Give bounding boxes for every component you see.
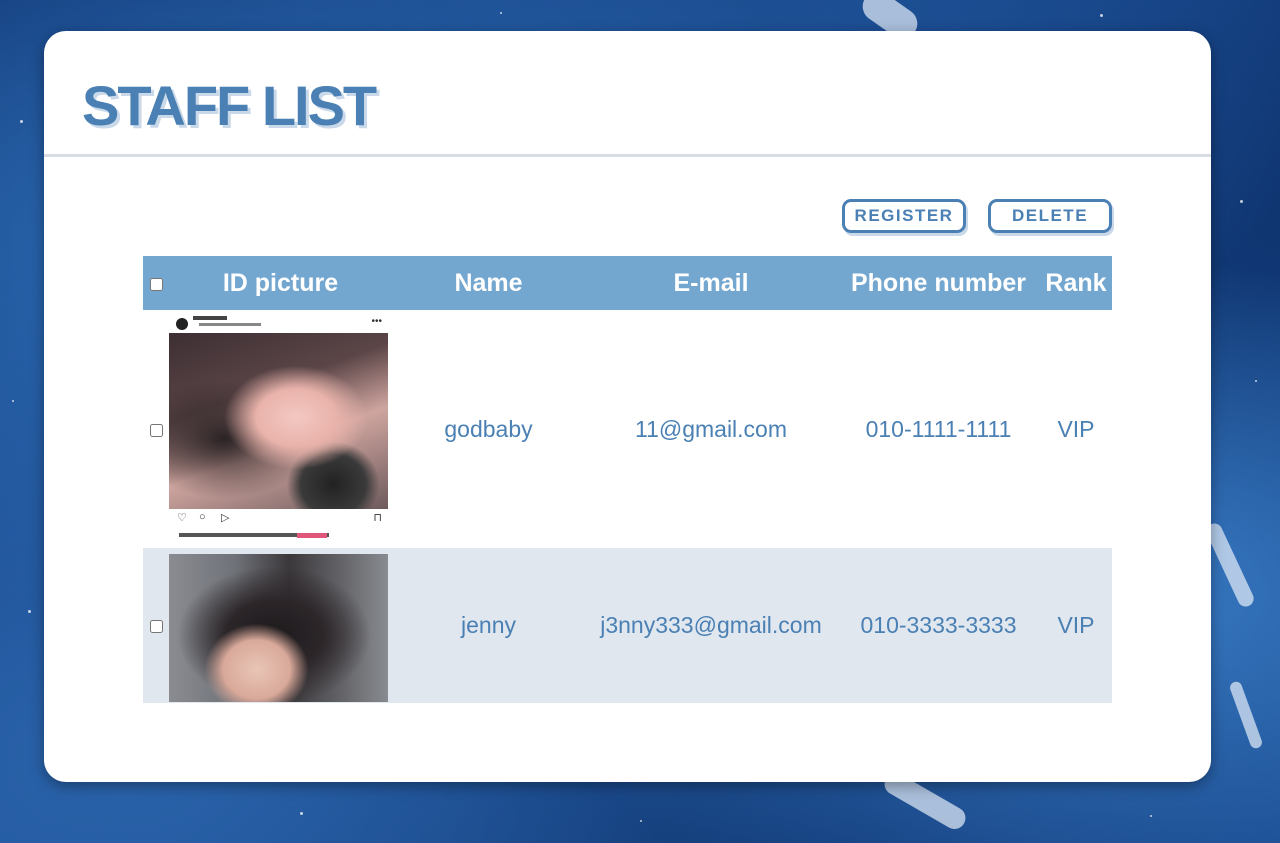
background-streak: [1203, 520, 1257, 610]
rank-cell: VIP: [1040, 548, 1112, 703]
avatar: [176, 318, 188, 330]
sparkle: [1150, 815, 1152, 817]
table-row: jenny j3nny333@gmail.com 010-3333-3333 V…: [143, 548, 1112, 703]
phone-cell: 010-3333-3333: [837, 548, 1040, 703]
heart-icon: ♡: [177, 512, 187, 524]
sparkle: [1255, 380, 1257, 382]
id-picture: ••• ♡ ○ ▷ ⊓: [169, 313, 388, 545]
row-select-cell: [143, 310, 169, 548]
email-cell: j3nny333@gmail.com: [585, 548, 837, 703]
header-name: Name: [392, 256, 585, 310]
sparkle: [20, 120, 23, 123]
sparkle: [500, 12, 502, 14]
email-cell: 11@gmail.com: [634, 415, 788, 442]
table-header-row: ID picture Name E-mail Phone number Rank: [143, 256, 1112, 310]
sparkle: [28, 610, 31, 613]
name-cell: jenny: [392, 548, 585, 703]
id-picture-cell: ••• ♡ ○ ▷ ⊓: [169, 310, 392, 548]
select-all-cell: [143, 256, 169, 310]
comment-icon: ○: [199, 511, 206, 523]
staff-list-card: STAFF LIST REGISTER DELETE ID picture Na…: [44, 31, 1211, 782]
header-email: E-mail: [585, 256, 837, 310]
background-streak: [1228, 680, 1264, 750]
row-checkbox[interactable]: [149, 423, 163, 437]
sparkle: [640, 820, 642, 822]
sparkle: [12, 400, 14, 402]
sparkle: [300, 812, 303, 815]
name-cell: godbaby: [444, 415, 533, 442]
table-row: ••• ♡ ○ ▷ ⊓ godbaby 11@gmail.com 010-111…: [143, 310, 1112, 548]
profile-photo: [169, 333, 388, 509]
row-select-cell: [143, 548, 169, 703]
rank-cell: VIP: [1057, 415, 1095, 442]
row-checkbox[interactable]: [149, 620, 163, 633]
id-picture-cell: [169, 548, 392, 703]
staff-table: ID picture Name E-mail Phone number Rank: [143, 256, 1112, 703]
select-all-checkbox[interactable]: [149, 277, 163, 291]
page-title: STAFF LIST: [82, 74, 377, 137]
delete-button[interactable]: DELETE: [988, 199, 1112, 233]
more-icon: •••: [371, 316, 382, 327]
sparkle: [1240, 200, 1243, 203]
header-phone-number: Phone number: [837, 256, 1040, 310]
title-divider: [44, 154, 1211, 157]
bookmark-icon: ⊓: [373, 512, 382, 524]
send-icon: ▷: [221, 512, 230, 524]
id-picture: [169, 554, 388, 702]
register-button[interactable]: REGISTER: [842, 199, 966, 233]
sparkle: [1100, 14, 1103, 17]
header-id-picture: ID picture: [169, 256, 392, 310]
phone-cell: 010-1111-1111: [865, 415, 1012, 442]
header-rank: Rank: [1040, 256, 1112, 310]
